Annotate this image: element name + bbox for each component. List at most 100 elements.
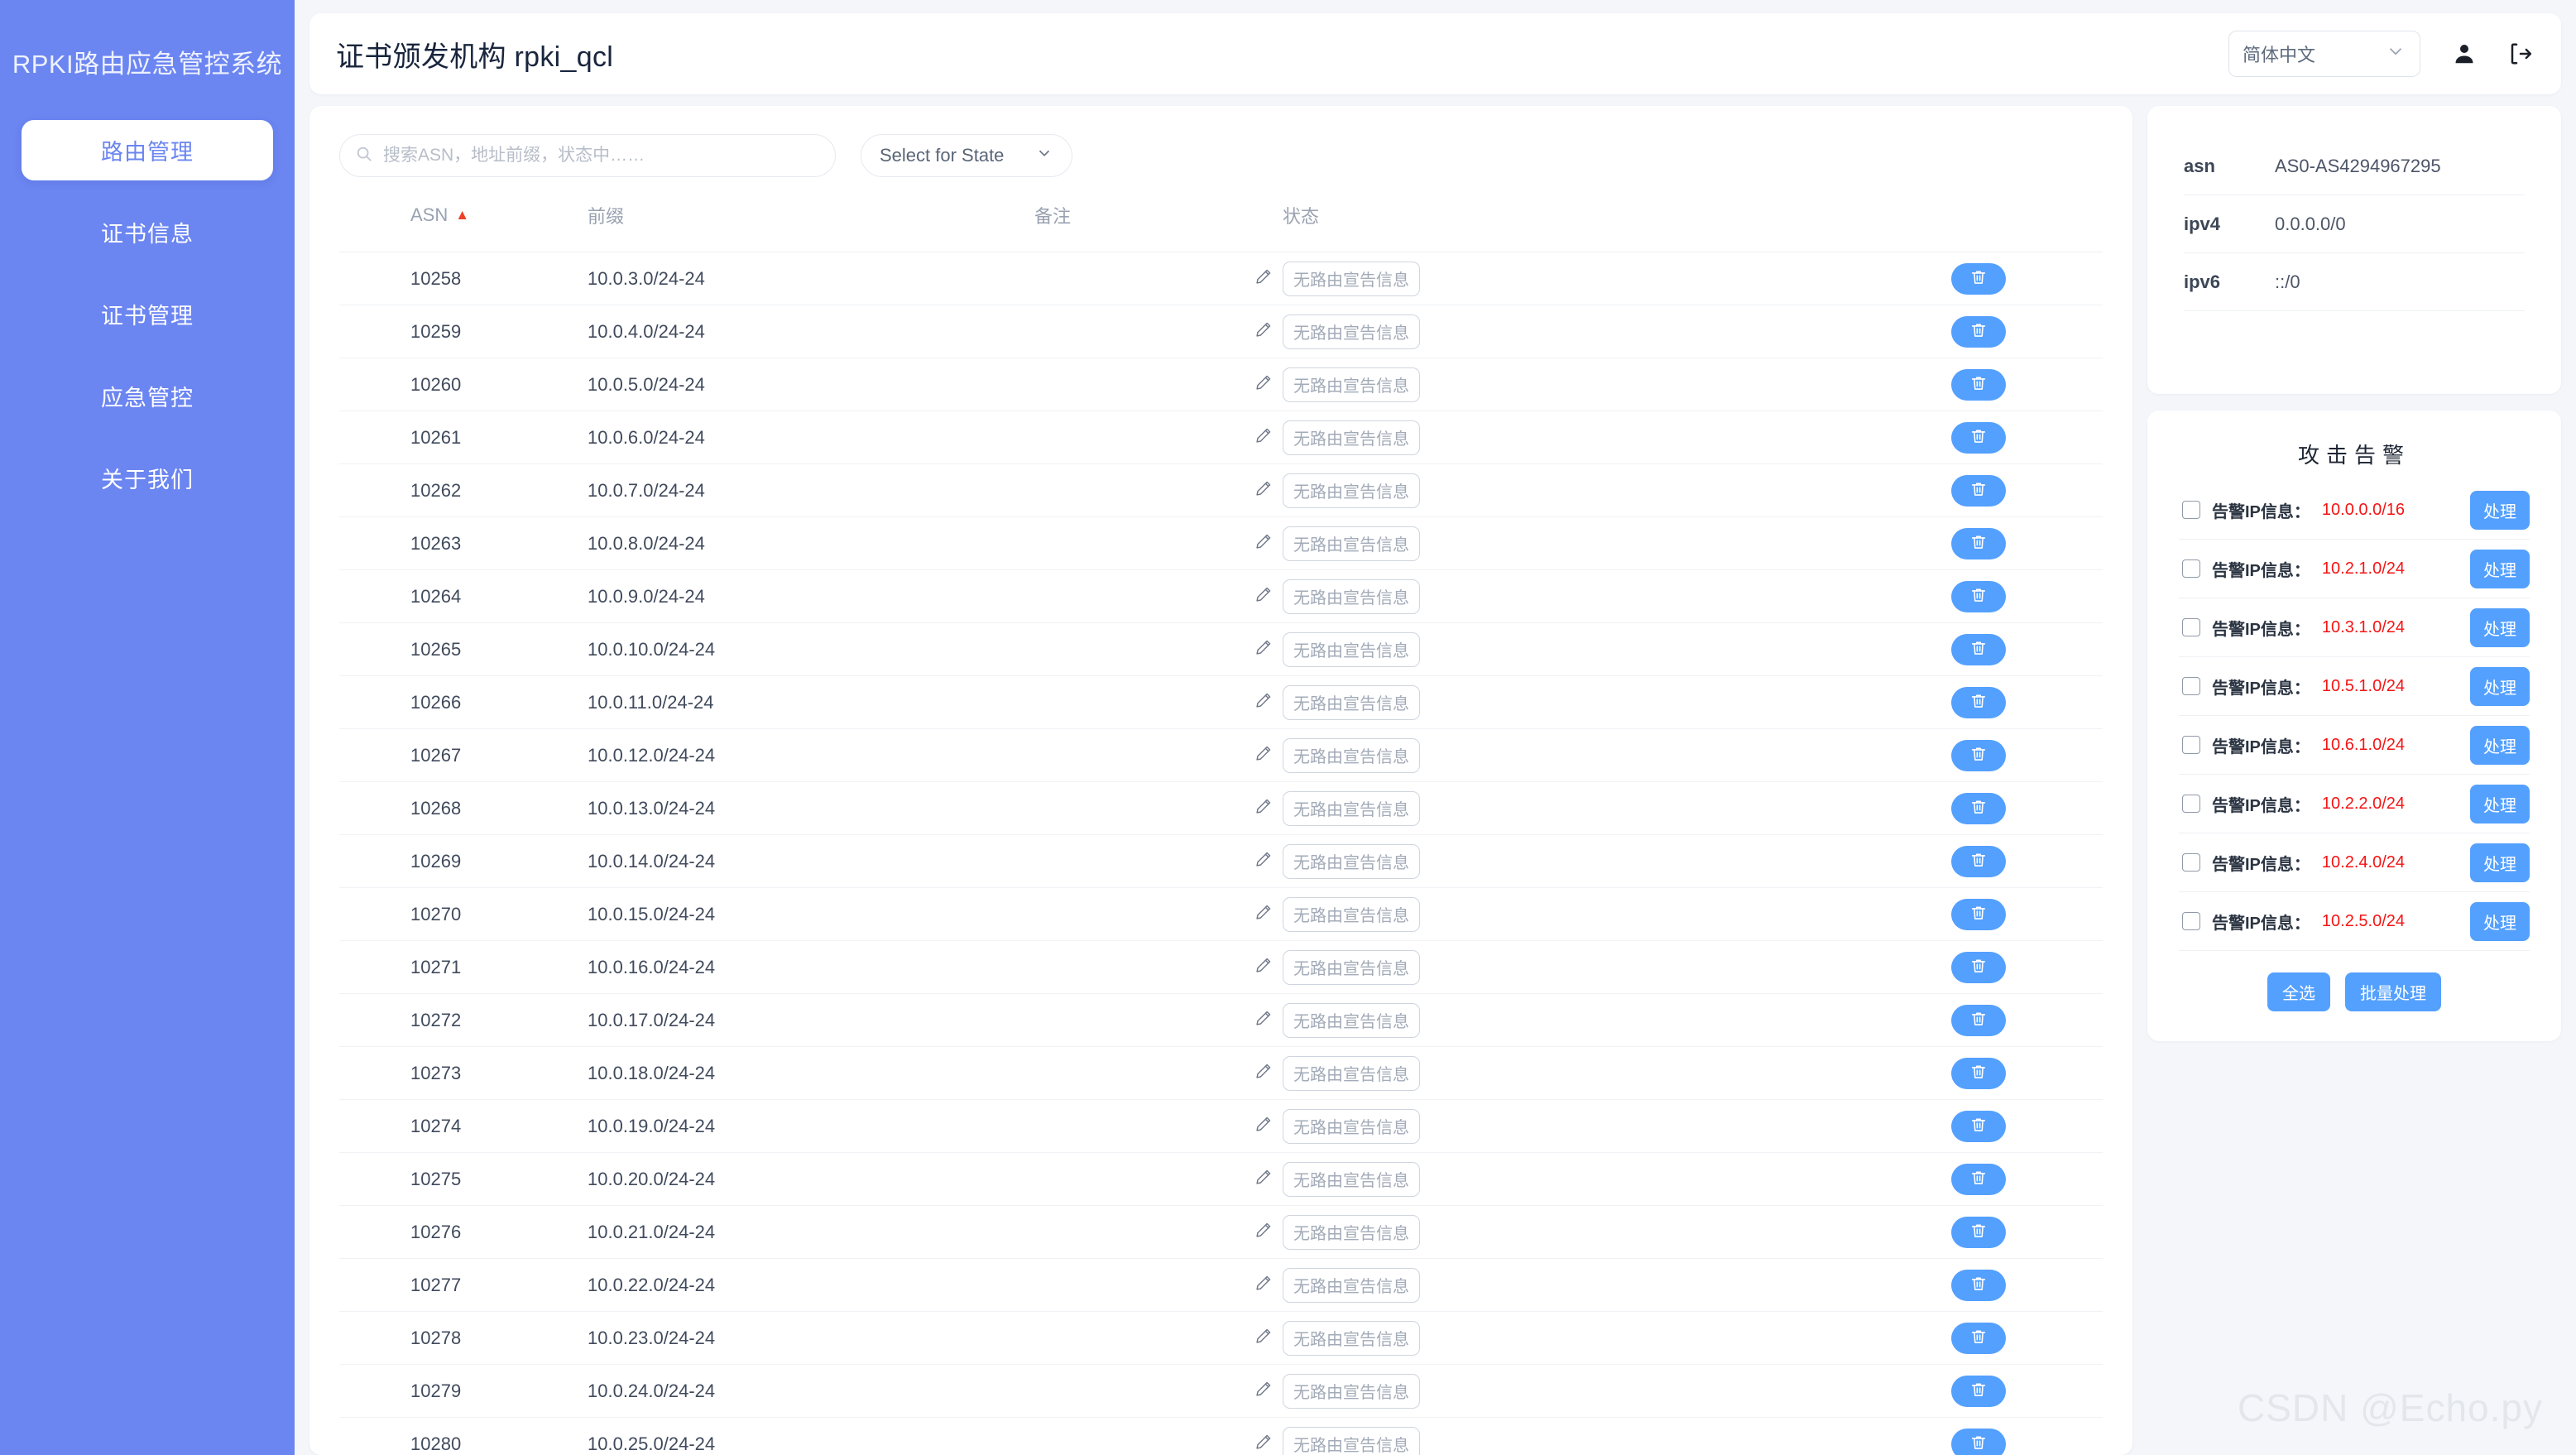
alert-checkbox[interactable] — [2182, 677, 2200, 695]
pencil-icon[interactable] — [1254, 1062, 1273, 1085]
pencil-icon[interactable] — [1254, 532, 1273, 555]
pencil-icon[interactable] — [1254, 638, 1273, 661]
pencil-icon[interactable] — [1254, 850, 1273, 873]
delete-row-button[interactable] — [1951, 527, 2006, 559]
pencil-icon[interactable] — [1254, 1433, 1273, 1455]
delete-row-button[interactable] — [1951, 1110, 2006, 1142]
table-row[interactable]: 10275 10.0.20.0/24-24 无路由宣告信息 — [339, 1153, 2103, 1206]
state-input[interactable]: 无路由宣告信息 — [1283, 1108, 1420, 1144]
delete-row-button[interactable] — [1951, 315, 2006, 348]
state-input[interactable]: 无路由宣告信息 — [1283, 420, 1420, 455]
bulk-process-button[interactable]: 批量处理 — [2345, 972, 2441, 1011]
table-row[interactable]: 10258 10.0.3.0/24-24 无路由宣告信息 — [339, 252, 2103, 305]
pencil-icon[interactable] — [1254, 797, 1273, 820]
state-input[interactable]: 无路由宣告信息 — [1283, 896, 1420, 932]
alert-process-button[interactable]: 处理 — [2470, 666, 2530, 706]
pencil-icon[interactable] — [1254, 585, 1273, 608]
table-row[interactable]: 10260 10.0.5.0/24-24 无路由宣告信息 — [339, 358, 2103, 411]
table-row[interactable]: 10263 10.0.8.0/24-24 无路由宣告信息 — [339, 517, 2103, 570]
state-input[interactable]: 无路由宣告信息 — [1283, 949, 1420, 985]
table-row[interactable]: 10262 10.0.7.0/24-24 无路由宣告信息 — [339, 464, 2103, 517]
table-row[interactable]: 10267 10.0.12.0/24-24 无路由宣告信息 — [339, 729, 2103, 782]
delete-row-button[interactable] — [1951, 1216, 2006, 1248]
pencil-icon[interactable] — [1254, 903, 1273, 926]
state-input[interactable]: 无路由宣告信息 — [1283, 261, 1420, 296]
state-input[interactable]: 无路由宣告信息 — [1283, 684, 1420, 720]
table-row[interactable]: 10273 10.0.18.0/24-24 无路由宣告信息 — [339, 1047, 2103, 1100]
delete-row-button[interactable] — [1951, 845, 2006, 877]
alert-process-button[interactable]: 处理 — [2470, 725, 2530, 765]
table-row[interactable]: 10268 10.0.13.0/24-24 无路由宣告信息 — [339, 782, 2103, 835]
column-header-prefix[interactable]: 前缀 — [588, 202, 1034, 252]
table-row[interactable]: 10271 10.0.16.0/24-24 无路由宣告信息 — [339, 941, 2103, 994]
delete-row-button[interactable] — [1951, 739, 2006, 771]
state-input[interactable]: 无路由宣告信息 — [1283, 367, 1420, 402]
alert-checkbox[interactable] — [2182, 853, 2200, 872]
delete-row-button[interactable] — [1951, 792, 2006, 824]
alert-checkbox[interactable] — [2182, 795, 2200, 813]
state-input[interactable]: 无路由宣告信息 — [1283, 790, 1420, 826]
pencil-icon[interactable] — [1254, 1327, 1273, 1350]
state-input[interactable]: 无路由宣告信息 — [1283, 1320, 1420, 1356]
language-select[interactable]: 简体中文 — [2228, 31, 2420, 77]
table-row[interactable]: 10269 10.0.14.0/24-24 无路由宣告信息 — [339, 835, 2103, 888]
pencil-icon[interactable] — [1254, 373, 1273, 396]
delete-row-button[interactable] — [1951, 580, 2006, 612]
select-all-button[interactable]: 全选 — [2267, 972, 2330, 1011]
pencil-icon[interactable] — [1254, 1168, 1273, 1191]
sidebar-item-0[interactable]: 路由管理 — [22, 120, 273, 180]
column-header-asn[interactable]: ASN ▲ — [339, 202, 588, 252]
delete-row-button[interactable] — [1951, 262, 2006, 295]
delete-row-button[interactable] — [1951, 368, 2006, 401]
state-input[interactable]: 无路由宣告信息 — [1283, 1267, 1420, 1303]
state-input[interactable]: 无路由宣告信息 — [1283, 473, 1420, 508]
state-input[interactable]: 无路由宣告信息 — [1283, 843, 1420, 879]
delete-row-button[interactable] — [1951, 633, 2006, 665]
state-filter-select[interactable]: Select for State — [861, 134, 1073, 177]
alert-checkbox[interactable] — [2182, 501, 2200, 519]
search-input[interactable] — [383, 146, 820, 166]
state-input[interactable]: 无路由宣告信息 — [1283, 631, 1420, 667]
state-input[interactable]: 无路由宣告信息 — [1283, 314, 1420, 349]
alert-checkbox[interactable] — [2182, 618, 2200, 636]
alert-process-button[interactable]: 处理 — [2470, 607, 2530, 647]
sort-asc-icon[interactable]: ▲ — [455, 207, 469, 223]
delete-row-button[interactable] — [1951, 421, 2006, 454]
table-row[interactable]: 10265 10.0.10.0/24-24 无路由宣告信息 — [339, 623, 2103, 676]
pencil-icon[interactable] — [1254, 267, 1273, 291]
delete-row-button[interactable] — [1951, 898, 2006, 930]
sidebar-item-2[interactable]: 证书管理 — [22, 284, 273, 344]
pencil-icon[interactable] — [1254, 1221, 1273, 1244]
alert-checkbox[interactable] — [2182, 559, 2200, 578]
alert-process-button[interactable]: 处理 — [2470, 901, 2530, 941]
table-row[interactable]: 10264 10.0.9.0/24-24 无路由宣告信息 — [339, 570, 2103, 623]
state-input[interactable]: 无路由宣告信息 — [1283, 526, 1420, 561]
delete-row-button[interactable] — [1951, 1057, 2006, 1089]
state-input[interactable]: 无路由宣告信息 — [1283, 1055, 1420, 1091]
table-row[interactable]: 10278 10.0.23.0/24-24 无路由宣告信息 — [339, 1312, 2103, 1365]
table-row[interactable]: 10277 10.0.22.0/24-24 无路由宣告信息 — [339, 1259, 2103, 1312]
delete-row-button[interactable] — [1951, 1004, 2006, 1036]
sidebar-item-3[interactable]: 应急管控 — [22, 366, 273, 426]
state-input[interactable]: 无路由宣告信息 — [1283, 1426, 1420, 1455]
state-input[interactable]: 无路由宣告信息 — [1283, 1373, 1420, 1409]
delete-row-button[interactable] — [1951, 1163, 2006, 1195]
alert-process-button[interactable]: 处理 — [2470, 490, 2530, 530]
alert-process-button[interactable]: 处理 — [2470, 784, 2530, 824]
table-row[interactable]: 10270 10.0.15.0/24-24 无路由宣告信息 — [339, 888, 2103, 941]
table-row[interactable]: 10276 10.0.21.0/24-24 无路由宣告信息 — [339, 1206, 2103, 1259]
pencil-icon[interactable] — [1254, 744, 1273, 767]
delete-row-button[interactable] — [1951, 1269, 2006, 1301]
pencil-icon[interactable] — [1254, 320, 1273, 343]
pencil-icon[interactable] — [1254, 1009, 1273, 1032]
alert-checkbox[interactable] — [2182, 912, 2200, 930]
column-header-state[interactable]: 状态 — [1283, 202, 1854, 252]
pencil-icon[interactable] — [1254, 479, 1273, 502]
column-header-note[interactable]: 备注 — [1034, 202, 1283, 252]
pencil-icon[interactable] — [1254, 1274, 1273, 1297]
search-box[interactable] — [339, 134, 836, 177]
table-row[interactable]: 10279 10.0.24.0/24-24 无路由宣告信息 — [339, 1365, 2103, 1418]
table-row[interactable]: 10266 10.0.11.0/24-24 无路由宣告信息 — [339, 676, 2103, 729]
table-row[interactable]: 10280 10.0.25.0/24-24 无路由宣告信息 — [339, 1418, 2103, 1455]
state-input[interactable]: 无路由宣告信息 — [1283, 1161, 1420, 1197]
